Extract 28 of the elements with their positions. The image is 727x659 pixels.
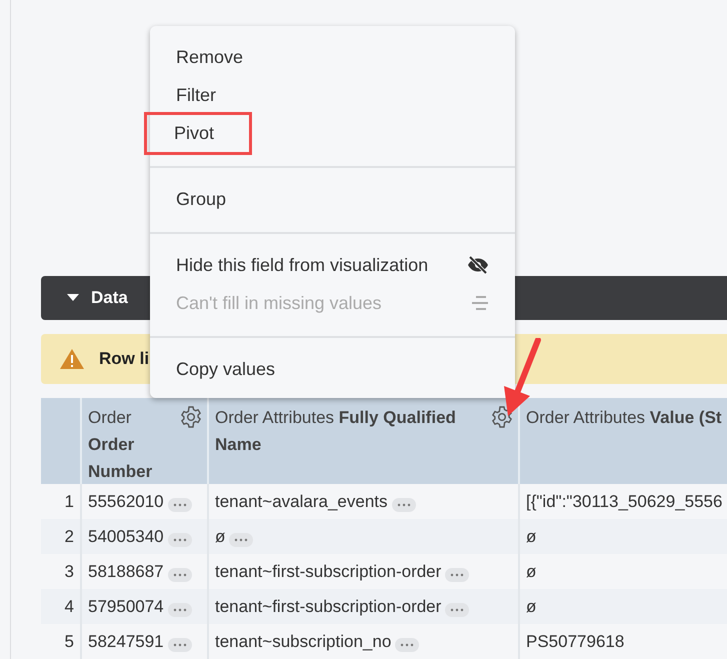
table-cell: 54005340: [88, 526, 164, 546]
table-cell: 58188687: [88, 562, 164, 582]
table-cell: PS50779618: [526, 632, 624, 652]
table-cell: tenant~subscription_no: [215, 632, 392, 652]
table-cell: tenant~avalara_events: [215, 492, 388, 512]
table-cell: ø: [526, 596, 536, 616]
menu-label: Remove: [176, 46, 244, 68]
section-title: Data: [91, 288, 128, 308]
column-label: Order Order Number: [88, 407, 154, 483]
table-cell: tenant~first-subscription-order: [215, 562, 442, 582]
table-cell: 57950074: [88, 596, 164, 616]
menu-label: Hide this field from visualization: [176, 254, 428, 276]
table-cell: 58247591: [88, 632, 164, 652]
menu-label: Can't fill in missing values: [176, 292, 382, 315]
table-cell: 55562010: [88, 492, 164, 512]
column-label: Order Attributes Value (St: [526, 407, 723, 429]
table-cell: ø: [215, 526, 226, 546]
table-cell: tenant~first-subscription-order: [215, 596, 442, 616]
highlighted-label: Pivot: [147, 114, 250, 152]
column-label: Order Attributes Fully Qualified Name: [215, 407, 457, 456]
warning-text: Row li: [99, 349, 150, 369]
menu-label: Copy values: [176, 358, 276, 381]
table-cell: [{"id":"30113_50629_5556: [526, 492, 722, 512]
menu-label: Filter: [176, 84, 216, 106]
menu-label: Group: [176, 188, 226, 211]
row-number: 5: [41, 624, 82, 659]
table-cell: ø: [526, 526, 536, 546]
table-cell: ø: [526, 562, 536, 582]
